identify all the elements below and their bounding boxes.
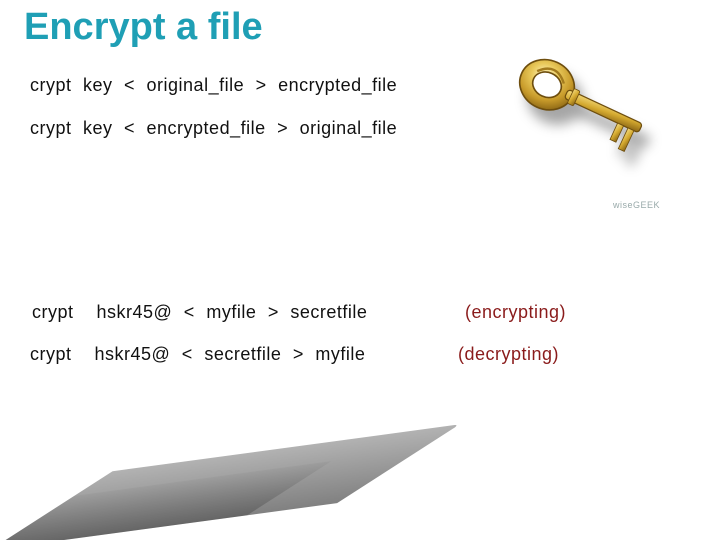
page-title: Encrypt a file bbox=[24, 6, 263, 49]
image-attribution: wiseGEEK bbox=[613, 200, 660, 210]
key-image bbox=[482, 58, 662, 198]
example-encrypt-line: crypt hskr45@ < myfile > secretfile bbox=[32, 302, 367, 323]
example-decrypt-line: crypt hskr45@ < secretfile > myfile bbox=[30, 344, 365, 365]
syntax-decrypt-line: crypt key < encrypted_file > original_fi… bbox=[30, 118, 397, 139]
example-decrypt-label: (decrypting) bbox=[458, 344, 559, 365]
slide: Encrypt a file crypt key < original_file… bbox=[0, 0, 720, 540]
syntax-encrypt-line: crypt key < original_file > encrypted_fi… bbox=[30, 75, 397, 96]
key-icon bbox=[482, 58, 662, 198]
example-encrypt-label: (encrypting) bbox=[465, 302, 566, 323]
decorative-wedge-dark bbox=[0, 424, 460, 540]
